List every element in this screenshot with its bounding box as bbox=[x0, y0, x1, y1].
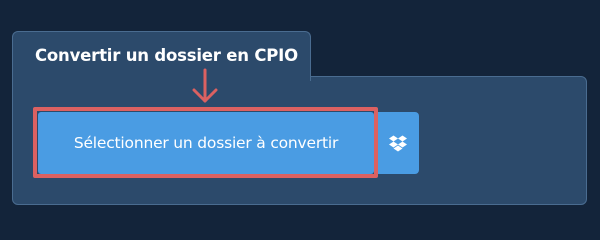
select-folder-button[interactable]: Sélectionner un dossier à convertir bbox=[38, 112, 374, 174]
dropbox-icon bbox=[388, 134, 408, 152]
panel-tab: Convertir un dossier en CPIO bbox=[12, 31, 311, 81]
select-folder-label: Sélectionner un dossier à convertir bbox=[73, 134, 339, 152]
arrow-down-icon bbox=[192, 68, 218, 106]
panel-title: Convertir un dossier en CPIO bbox=[35, 46, 298, 65]
dropbox-button[interactable] bbox=[376, 112, 419, 174]
